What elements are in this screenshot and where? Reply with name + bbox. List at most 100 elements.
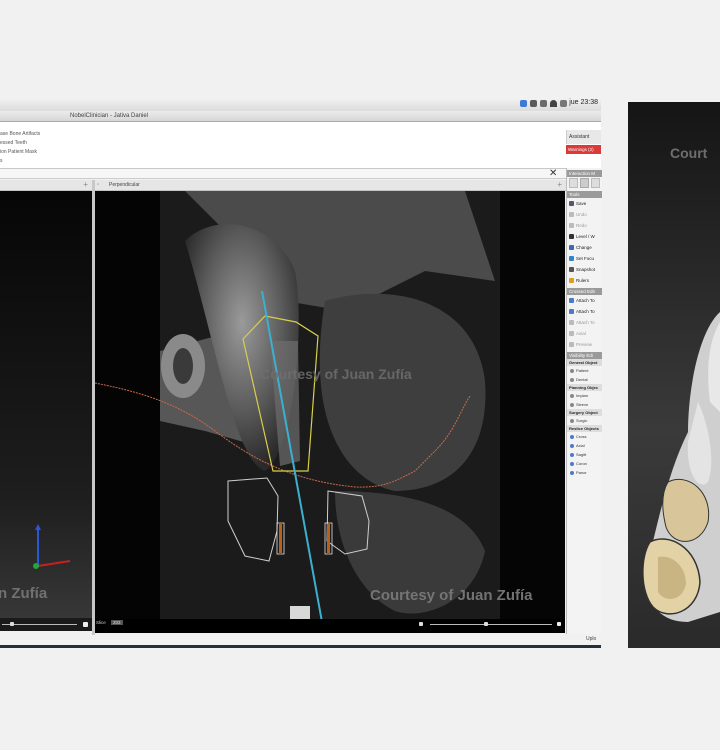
level-icon <box>569 234 574 239</box>
tool-change[interactable]: Change <box>567 242 602 253</box>
visibility-item[interactable]: Implan <box>567 391 602 400</box>
volume-icon[interactable] <box>560 100 567 107</box>
tool-level-window[interactable]: Level / W <box>567 231 602 242</box>
slice-plus-button[interactable] <box>557 622 561 626</box>
left-view-footer <box>0 618 92 631</box>
interaction-mode-row <box>567 177 602 189</box>
eye-icon[interactable] <box>570 393 574 398</box>
slice-slider-knob[interactable] <box>484 622 488 626</box>
watermark-right: Court <box>670 145 708 161</box>
rotate-mode-icon[interactable] <box>580 178 589 188</box>
view-menu-icon[interactable]: ▫ <box>97 180 99 190</box>
reslice-icon[interactable] <box>570 470 574 475</box>
visibility-item[interactable]: Surgic <box>567 416 602 425</box>
left-view-header: + <box>0 180 92 191</box>
crossed-axial[interactable]: Axial <box>567 328 602 339</box>
crossed-attach-1[interactable]: Attach To <box>567 295 602 306</box>
warnings-badge[interactable]: Warnings (2) <box>566 145 601 154</box>
pan-mode-icon[interactable] <box>591 178 600 188</box>
reslice-icon[interactable] <box>570 461 574 466</box>
upload-button[interactable]: Uplo <box>586 636 596 642</box>
visibility-group[interactable]: General Object <box>567 359 602 366</box>
redo-icon <box>569 223 574 228</box>
slice-value[interactable]: 203 <box>111 620 123 625</box>
visibility-group[interactable]: Reslice Objects <box>567 425 602 432</box>
tool-rulers[interactable]: Rulers <box>567 275 602 286</box>
add-view-icon[interactable]: + <box>557 180 562 190</box>
slice-slider-track[interactable] <box>430 624 552 625</box>
assistant-button[interactable]: Assistant <box>566 130 601 144</box>
visibility-item[interactable]: Patient <box>567 366 602 375</box>
wifi-icon[interactable] <box>550 100 557 107</box>
visibility-item[interactable]: Cross <box>567 432 602 441</box>
crossed-section-header[interactable]: Crossed Edit <box>567 288 602 295</box>
slice-slider[interactable] <box>418 619 564 629</box>
attach-icon <box>569 309 574 314</box>
zoom-plus-button[interactable] <box>83 622 88 627</box>
ribbon-item[interactable]: ion Patient Mask <box>0 149 37 155</box>
close-icon[interactable]: ✕ <box>549 168 557 179</box>
select-mode-icon[interactable] <box>569 178 578 188</box>
undo-icon <box>569 212 574 217</box>
slice-minus-button[interactable] <box>419 622 423 626</box>
watermark-bottom: Courtesy of Juan Zufía <box>370 587 533 604</box>
reslice-icon[interactable] <box>570 452 574 457</box>
window-titlebar: NobelClinician - Jativa Daniel <box>0 111 601 122</box>
orientation-axes <box>33 524 71 569</box>
camera-icon <box>569 267 574 272</box>
visibility-item[interactable]: Coron <box>567 459 602 468</box>
reslice-icon[interactable] <box>570 443 574 448</box>
interaction-section-header[interactable]: Interaction M <box>567 170 602 177</box>
visibility-item[interactable]: Axial <box>567 441 602 450</box>
visibility-group[interactable]: Surgery Object <box>567 409 602 416</box>
ruler-icon <box>569 278 574 283</box>
eye-icon[interactable] <box>570 418 574 423</box>
zoom-slider-knob[interactable] <box>10 622 14 626</box>
visibility-section-header[interactable]: Visibility Edi <box>567 352 602 359</box>
tool-snapshot[interactable]: Snapshot <box>567 264 602 275</box>
bluetooth-icon[interactable] <box>530 100 537 107</box>
tool-save[interactable]: Save <box>567 198 602 209</box>
axial-icon <box>569 331 574 336</box>
ribbon-item[interactable]: essed Teeth <box>0 140 27 146</box>
watermark-center: Courtesy of Juan Zufía <box>260 366 412 382</box>
tools-section-header[interactable]: Tools <box>567 191 602 198</box>
visibility-item[interactable]: Sagitt <box>567 450 602 459</box>
sync-icon[interactable] <box>540 100 547 107</box>
eye-icon[interactable] <box>570 402 574 407</box>
attach-icon <box>569 298 574 303</box>
change-icon <box>569 245 574 250</box>
left-3d-view[interactable]: n Zufía <box>0 191 92 631</box>
tool-set-focus[interactable]: Set Focu <box>567 253 602 264</box>
focus-icon <box>569 256 574 261</box>
attach-icon <box>569 320 574 325</box>
watermark-left: n Zufía <box>0 585 48 602</box>
eye-icon[interactable] <box>570 368 574 373</box>
visibility-item[interactable]: Panor <box>567 468 602 477</box>
visibility-group[interactable]: Planning Objec <box>567 384 602 391</box>
crossed-attach-3[interactable]: Attach To <box>567 317 602 328</box>
eye-icon[interactable] <box>570 377 574 382</box>
visibility-item[interactable]: Dental <box>567 375 602 384</box>
window-title: NobelClinician - Jativa Daniel <box>70 113 149 119</box>
tool-redo[interactable]: Redo <box>567 220 602 231</box>
crossed-attach-2[interactable]: Attach To <box>567 306 602 317</box>
slice-label: Slice <box>96 620 106 625</box>
reslice-icon[interactable] <box>570 434 574 439</box>
tool-undo[interactable]: Undo <box>567 209 602 220</box>
ribbon-item[interactable]: ase Bone Artifacts <box>0 131 40 137</box>
slice-indicator: Slice 203 <box>96 620 123 625</box>
preview-icon <box>569 342 574 347</box>
ct-slice-view[interactable]: Courtesy of Juan Zufía Courtesy of Juan … <box>95 191 565 633</box>
perpendicular-label: Perpendicular <box>109 182 140 188</box>
window-bottom-edge <box>0 645 601 648</box>
dental-3d-render: Court <box>628 102 720 648</box>
tool-panel: Interaction M Tools Save Undo Redo Level… <box>566 168 602 634</box>
add-view-icon[interactable]: + <box>83 180 88 190</box>
ribbon-item[interactable]: s <box>0 158 3 164</box>
menubar-clock[interactable]: jue 23:38 <box>569 99 598 106</box>
dropbox-icon[interactable] <box>520 100 527 107</box>
crossed-preview[interactable]: Preview <box>567 339 602 350</box>
ct-scan-image <box>95 191 565 633</box>
visibility-item[interactable]: Sleeve <box>567 400 602 409</box>
